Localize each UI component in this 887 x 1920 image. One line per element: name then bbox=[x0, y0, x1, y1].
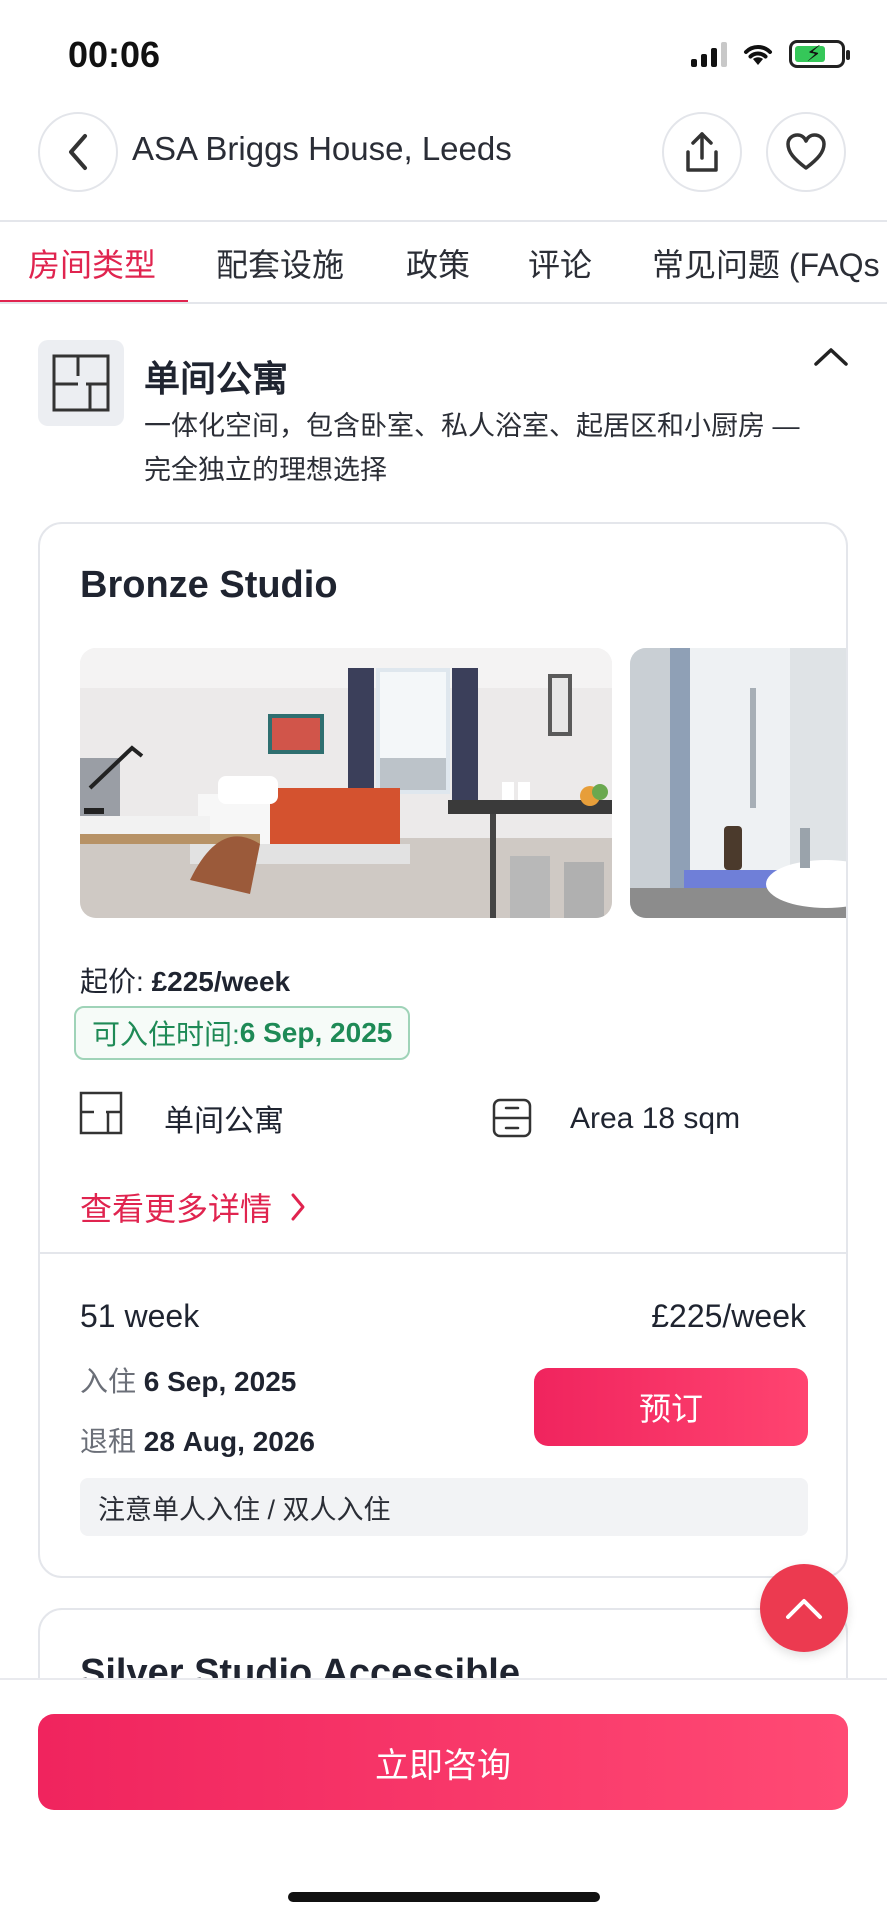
move-in-label: 入住 bbox=[80, 1366, 144, 1397]
chevron-up-icon bbox=[814, 348, 848, 366]
signal-icon bbox=[691, 41, 727, 67]
favorite-button[interactable] bbox=[766, 112, 846, 192]
app-header: ASA Briggs House, Leeds bbox=[0, 100, 887, 220]
home-indicator bbox=[288, 1892, 600, 1902]
battery-icon: ⚡ bbox=[789, 40, 850, 68]
consult-now-button[interactable]: 立即咨询 bbox=[38, 1714, 848, 1810]
floorplan-icon bbox=[38, 340, 124, 426]
tab-faqs[interactable]: 常见问题 (FAQs bbox=[652, 240, 880, 286]
share-button[interactable] bbox=[662, 112, 742, 192]
chevron-left-icon bbox=[69, 134, 87, 170]
status-bar: 00:06 ⚡ bbox=[0, 0, 887, 110]
back-button[interactable] bbox=[38, 112, 118, 192]
tab-facilities[interactable]: 配套设施 bbox=[216, 240, 344, 286]
scroll-to-top-button[interactable] bbox=[760, 1564, 848, 1652]
price-from-label: 起价: bbox=[80, 966, 152, 997]
book-button[interactable]: 预订 bbox=[534, 1368, 808, 1446]
room-type-description: 一体化空间，包含卧室、私人浴室、起居区和小厨房 — 完全独立的理想选择 bbox=[144, 411, 800, 485]
wifi-icon bbox=[744, 45, 772, 65]
status-time: 00:06 bbox=[68, 34, 161, 75]
share-icon bbox=[686, 132, 718, 172]
availability-date: 6 Sep, 2025 bbox=[239, 1017, 393, 1048]
room-type-label: 单间公寓 bbox=[164, 1105, 284, 1138]
status-icons: ⚡ bbox=[691, 40, 850, 68]
room-card: Bronze Studio 起价: £225/week 可入住时间: 6 Sep… bbox=[38, 522, 848, 1578]
room-photo-bathroom[interactable] bbox=[630, 648, 846, 918]
move-in-date: 入住 6 Sep, 2025 bbox=[80, 1360, 296, 1400]
lease-duration: 51 week bbox=[80, 1298, 200, 1334]
tab-policy[interactable]: 政策 bbox=[406, 240, 470, 286]
move-out-label: 退租 bbox=[80, 1426, 144, 1457]
heart-icon bbox=[786, 133, 826, 170]
section-tabs: 房间类型 配套设施 政策 评论 常见问题 (FAQs bbox=[0, 222, 887, 304]
room-photo-bedroom[interactable] bbox=[80, 648, 612, 918]
view-more-details-link[interactable]: 查看更多详情 bbox=[80, 1184, 308, 1230]
room-title: Bronze Studio bbox=[80, 564, 338, 606]
tab-room-types[interactable]: 房间类型 bbox=[28, 240, 156, 286]
chevron-right-icon bbox=[291, 1193, 305, 1221]
page-title: ASA Briggs House, Leeds bbox=[132, 130, 512, 167]
card-divider bbox=[40, 1252, 846, 1254]
move-out-date: 退租 28 Aug, 2026 bbox=[80, 1420, 315, 1460]
area-icon bbox=[492, 1098, 532, 1138]
price-from: 起价: £225/week bbox=[80, 960, 290, 1000]
move-out-value: 28 Aug, 2026 bbox=[143, 1426, 315, 1457]
tab-reviews[interactable]: 评论 bbox=[528, 240, 592, 286]
availability-label: 可入住时间: bbox=[92, 1019, 240, 1050]
occupancy-notice: 注意单人入住 / 双人入住 bbox=[80, 1478, 808, 1536]
availability-badge: 可入住时间: 6 Sep, 2025 bbox=[74, 1006, 411, 1060]
view-more-details-label: 查看更多详情 bbox=[80, 1191, 273, 1227]
bottom-action-bar: 立即咨询 bbox=[0, 1678, 887, 1920]
lease-price: £225/week bbox=[651, 1298, 806, 1334]
room-type-title: 单间公寓 bbox=[144, 358, 289, 399]
move-in-value: 6 Sep, 2025 bbox=[143, 1366, 297, 1397]
tabs-divider bbox=[0, 302, 887, 304]
area-label: Area 18 sqm bbox=[570, 1102, 741, 1135]
collapse-button[interactable] bbox=[808, 338, 854, 378]
room-type-icon bbox=[79, 1091, 123, 1135]
price-from-value: £225/week bbox=[151, 966, 291, 997]
chevron-up-icon bbox=[786, 1599, 822, 1619]
